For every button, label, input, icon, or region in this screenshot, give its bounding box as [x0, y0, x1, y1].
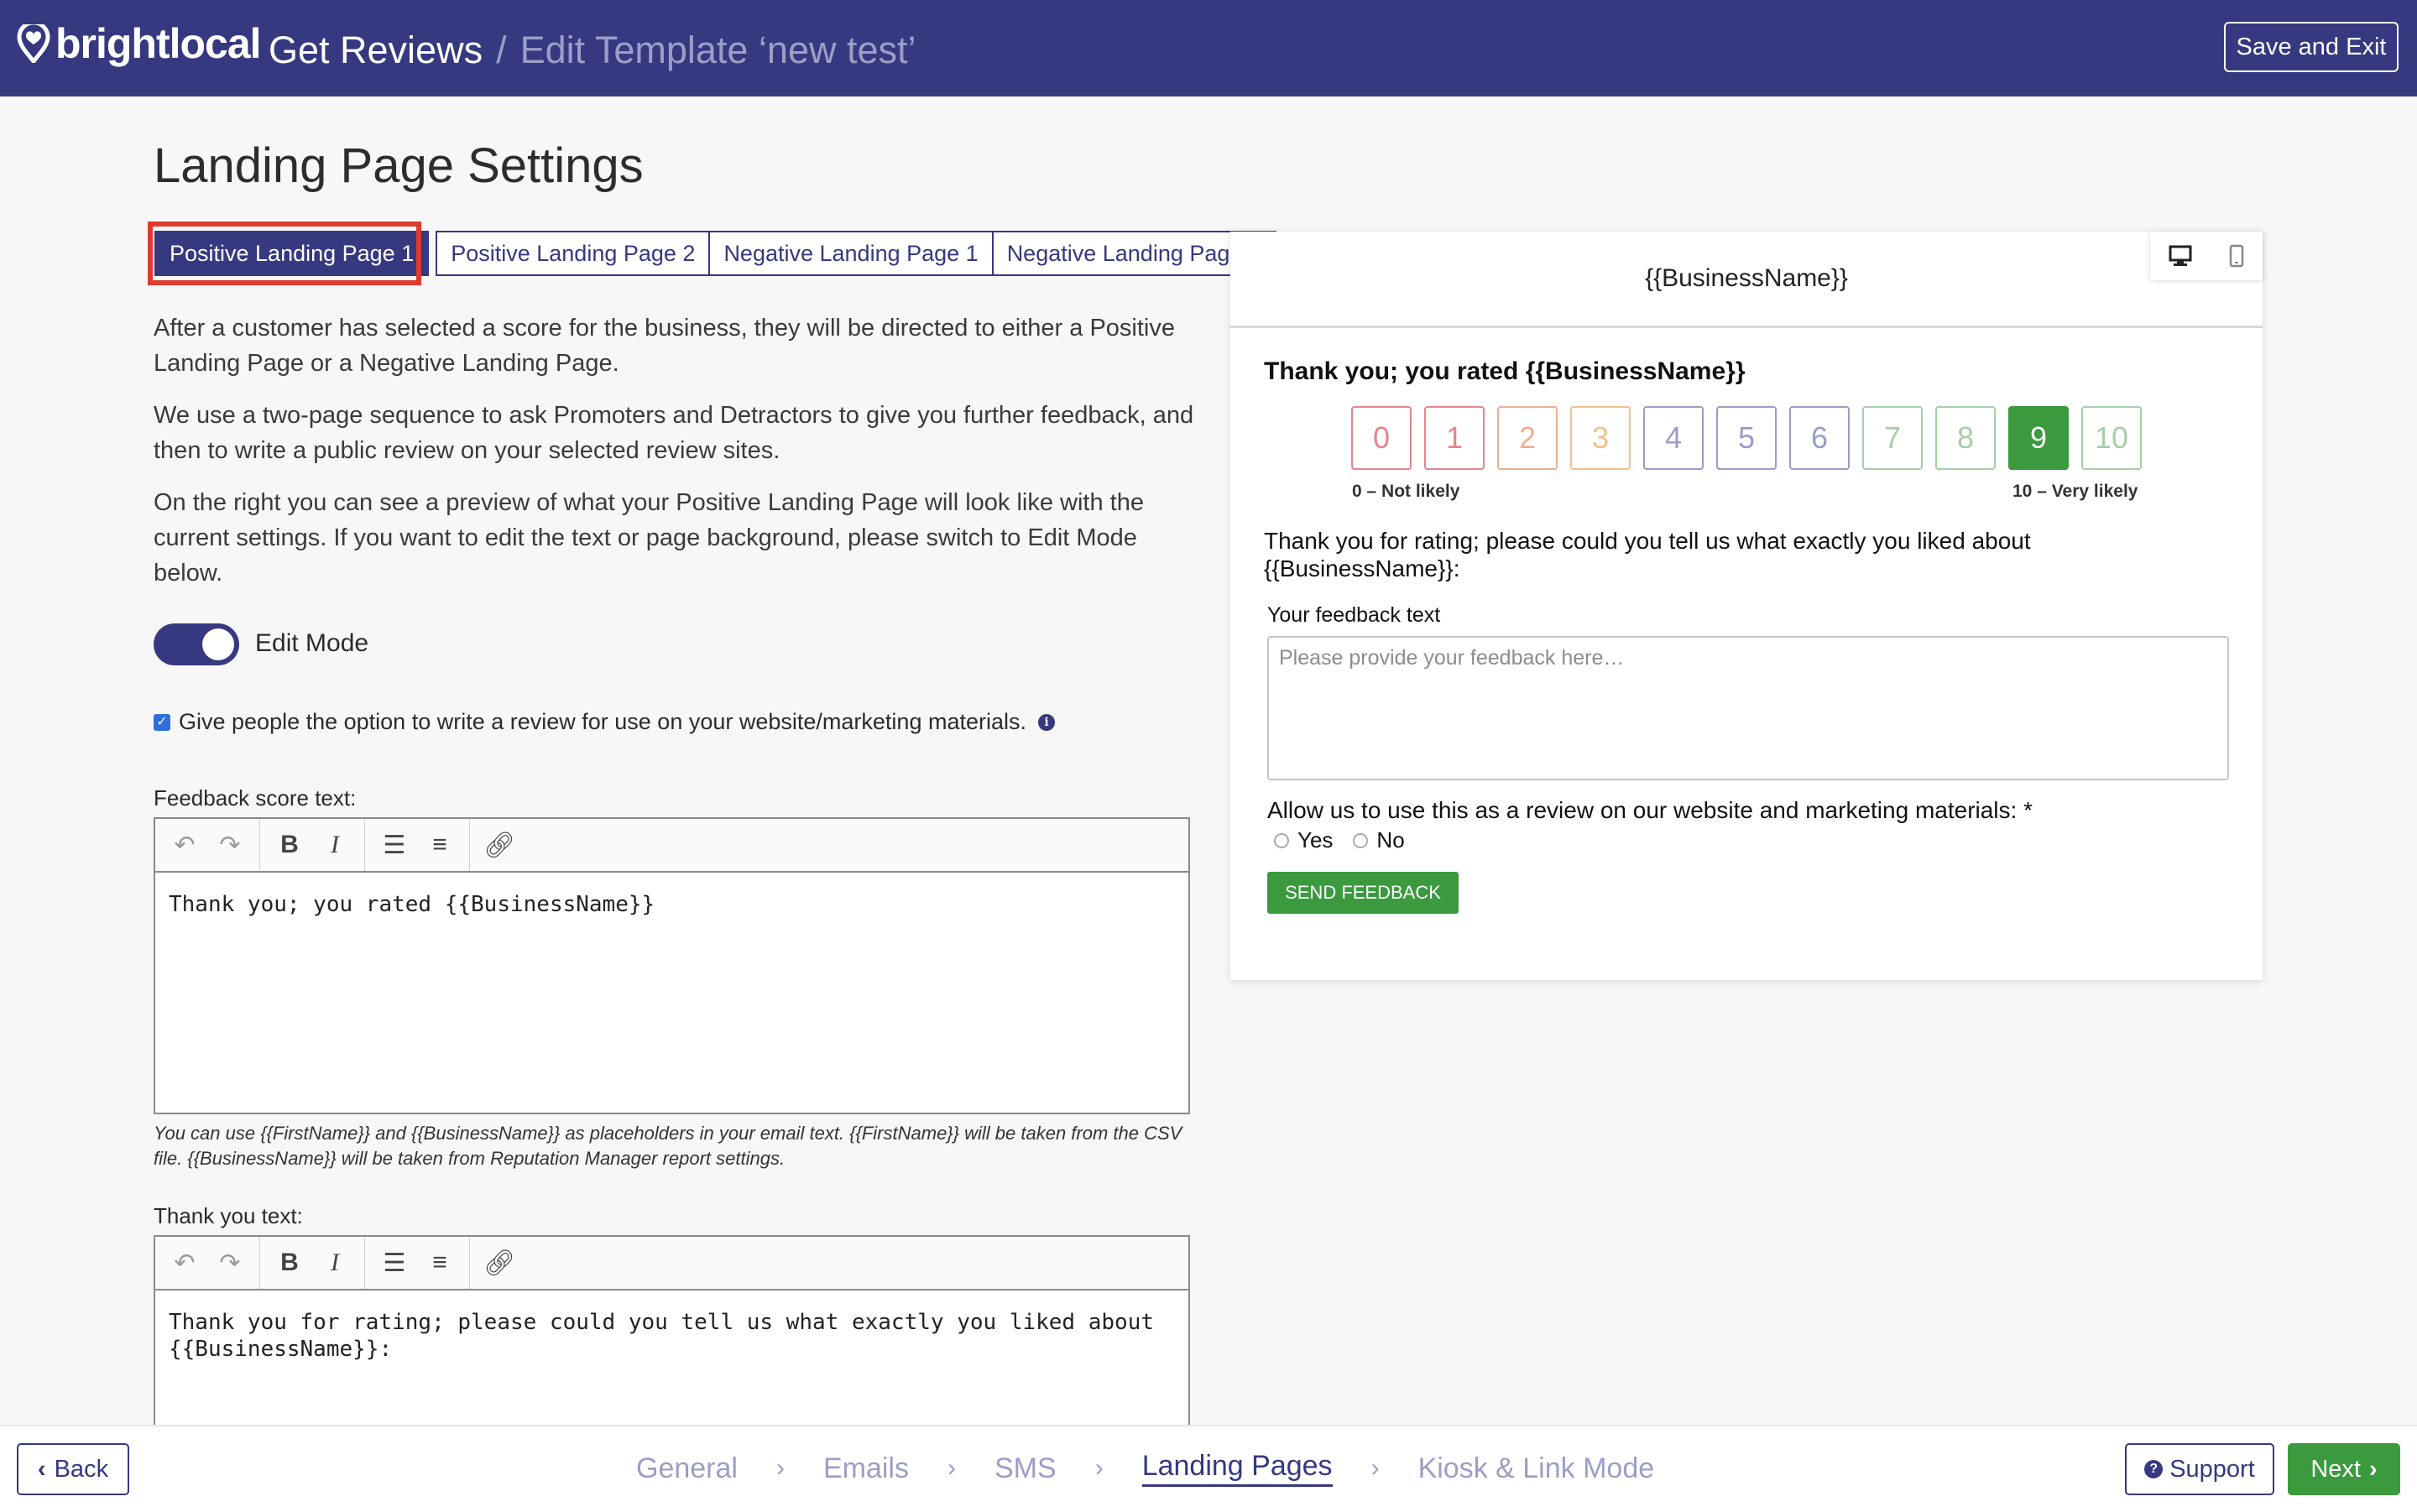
score-option[interactable]: 8 — [1935, 406, 1996, 470]
chevron-left-icon: ‹ — [37, 1455, 46, 1483]
preview-question: Thank you for rating; please could you t… — [1264, 528, 2031, 581]
breadcrumb: Get Reviews / Edit Template ‘new test’ — [269, 29, 916, 72]
placeholder-hint: You can use {{FirstName}} and {{Business… — [154, 1123, 1182, 1169]
toggle-knob — [202, 628, 234, 660]
score-option[interactable]: 10 — [2081, 406, 2142, 470]
feedback-score-text[interactable]: Thank you; you rated {{BusinessName}} — [155, 873, 1188, 936]
review-option-label: Give people the option to write a review… — [179, 709, 1026, 734]
score-option[interactable]: 6 — [1789, 406, 1850, 470]
score-option[interactable]: 4 — [1643, 406, 1704, 470]
score-option[interactable]: 0 — [1351, 406, 1412, 470]
breadcrumb-section[interactable]: Get Reviews — [269, 29, 483, 71]
thank-you-text[interactable]: Thank you for rating; please could you t… — [155, 1290, 1188, 1381]
intro-paragraph-3: On the right you can see a preview of wh… — [154, 489, 1144, 587]
edit-mode-toggle[interactable] — [154, 623, 239, 665]
top-header-bar: brightlocal Get Reviews / Edit Template ‘n… — [0, 0, 2417, 96]
preview-title: Thank you; you rated {{BusinessName}} — [1264, 357, 1746, 385]
edit-mode-label: Edit Mode — [255, 629, 369, 657]
link-icon[interactable]: 🔗︎ — [477, 822, 522, 868]
yes-label: Yes — [1297, 827, 1334, 852]
numbered-list-icon[interactable]: ≡ — [417, 822, 462, 868]
bullet-list-icon[interactable]: ☰ — [372, 822, 417, 868]
score-option[interactable]: 9 — [2008, 406, 2069, 470]
intro-paragraph-1: After a customer has selected a score fo… — [154, 315, 1175, 377]
logo-text: brightlocal — [55, 20, 262, 67]
bold-icon[interactable]: B — [267, 1240, 312, 1285]
allow-review-label: Allow us to use this as a review on our … — [1267, 797, 2033, 823]
device-toggle — [2150, 232, 2263, 280]
yes-radio[interactable] — [1274, 832, 1289, 848]
chevron-right-icon: › — [1370, 1454, 1380, 1482]
undo-icon[interactable]: ↶ — [162, 822, 207, 868]
scale-low-label: 0 – Not likely — [1352, 482, 1460, 501]
tab-negative-landing-page-1[interactable]: Negative Landing Page 1 — [708, 231, 994, 276]
redo-icon[interactable]: ↷ — [207, 822, 253, 868]
help-icon: ? — [2144, 1460, 2164, 1478]
no-radio[interactable] — [1353, 832, 1369, 848]
allow-review-options: Yes No — [1274, 827, 1405, 853]
editor-toolbar: ↶ ↷ B I ☰ ≡ 🔗︎ — [155, 1237, 1188, 1290]
desktop-icon[interactable] — [2169, 245, 2192, 267]
undo-icon[interactable]: ↶ — [162, 1240, 207, 1285]
step-general[interactable]: General — [636, 1452, 738, 1485]
redo-icon[interactable]: ↷ — [207, 1240, 253, 1285]
page-title: Landing Page Settings — [154, 138, 644, 193]
info-icon[interactable]: i — [1038, 713, 1055, 731]
preview-header: {{BusinessName}} — [1230, 232, 2263, 328]
preview-business-name: {{BusinessName}} — [1645, 264, 1848, 292]
bold-icon[interactable]: B — [267, 822, 312, 868]
review-option-row: ✓ Give people the option to write a revi… — [154, 709, 1055, 735]
score-scale: 0 1 2 3 4 5 6 7 8 9 10 — [1351, 406, 2154, 470]
feedback-score-label: Feedback score text: — [154, 785, 357, 811]
brightlocal-logo[interactable]: brightlocal — [17, 18, 262, 69]
wizard-steps: General › Emails › SMS › Landing Pages ›… — [636, 1450, 1654, 1487]
step-emails[interactable]: Emails — [823, 1452, 909, 1485]
back-label: Back — [54, 1455, 109, 1483]
active-tab-highlight — [148, 222, 421, 285]
review-option-checkbox[interactable]: ✓ — [154, 713, 170, 731]
mobile-icon[interactable] — [2229, 244, 2244, 268]
scale-high-label: 10 – Very likely — [2012, 482, 2138, 501]
chevron-right-icon: › — [2368, 1455, 2378, 1483]
breadcrumb-current: Edit Template ‘new test’ — [519, 29, 916, 71]
no-label: No — [1376, 827, 1405, 852]
numbered-list-icon[interactable]: ≡ — [417, 1240, 462, 1285]
bullet-list-icon[interactable]: ☰ — [372, 1240, 417, 1285]
step-kiosk-link-mode[interactable]: Kiosk & Link Mode — [1418, 1452, 1655, 1485]
send-feedback-button[interactable]: SEND FEEDBACK — [1267, 872, 1459, 914]
italic-icon[interactable]: I — [312, 1240, 358, 1285]
chevron-right-icon: › — [947, 1454, 956, 1482]
step-landing-pages[interactable]: Landing Pages — [1141, 1450, 1333, 1487]
thank-you-editor[interactable]: ↶ ↷ B I ☰ ≡ 🔗︎ Thank you for rating; ple… — [154, 1235, 1190, 1436]
score-option[interactable]: 5 — [1716, 406, 1777, 470]
location-heart-icon — [17, 24, 50, 63]
tab-positive-landing-page-2[interactable]: Positive Landing Page 2 — [436, 231, 711, 276]
chevron-right-icon: › — [1094, 1454, 1104, 1482]
italic-icon[interactable]: I — [312, 822, 358, 868]
score-option[interactable]: 2 — [1497, 406, 1558, 470]
landing-page-preview: {{BusinessName}} Thank you; you rated {{… — [1230, 232, 2263, 980]
link-icon[interactable]: 🔗︎ — [477, 1240, 522, 1285]
thank-you-label: Thank you text: — [154, 1203, 303, 1228]
support-label: Support — [2169, 1455, 2255, 1483]
score-option[interactable]: 3 — [1570, 406, 1631, 470]
breadcrumb-separator: / — [496, 29, 507, 71]
score-option[interactable]: 7 — [1862, 406, 1923, 470]
editor-toolbar: ↶ ↷ B I ☰ ≡ 🔗︎ — [155, 819, 1188, 873]
intro-paragraph-2: We use a two-page sequence to ask Promot… — [154, 402, 1194, 464]
feedback-score-editor[interactable]: ↶ ↷ B I ☰ ≡ 🔗︎ Thank you; you rated {{Bu… — [154, 817, 1190, 1114]
back-button[interactable]: ‹ Back — [17, 1443, 129, 1495]
wizard-footer: ‹ Back General › Emails › SMS › Landing … — [0, 1425, 2417, 1512]
save-and-exit-button[interactable]: Save and Exit — [2224, 22, 2399, 72]
next-button[interactable]: Next › — [2288, 1443, 2400, 1495]
next-label: Next — [2310, 1455, 2361, 1483]
feedback-text-label: Your feedback text — [1267, 603, 1441, 627]
step-sms[interactable]: SMS — [994, 1452, 1057, 1485]
chevron-right-icon: › — [775, 1454, 785, 1482]
score-option[interactable]: 1 — [1424, 406, 1485, 470]
support-button[interactable]: ? Support — [2125, 1443, 2274, 1495]
feedback-textarea[interactable]: Please provide your feedback here… — [1267, 636, 2229, 780]
